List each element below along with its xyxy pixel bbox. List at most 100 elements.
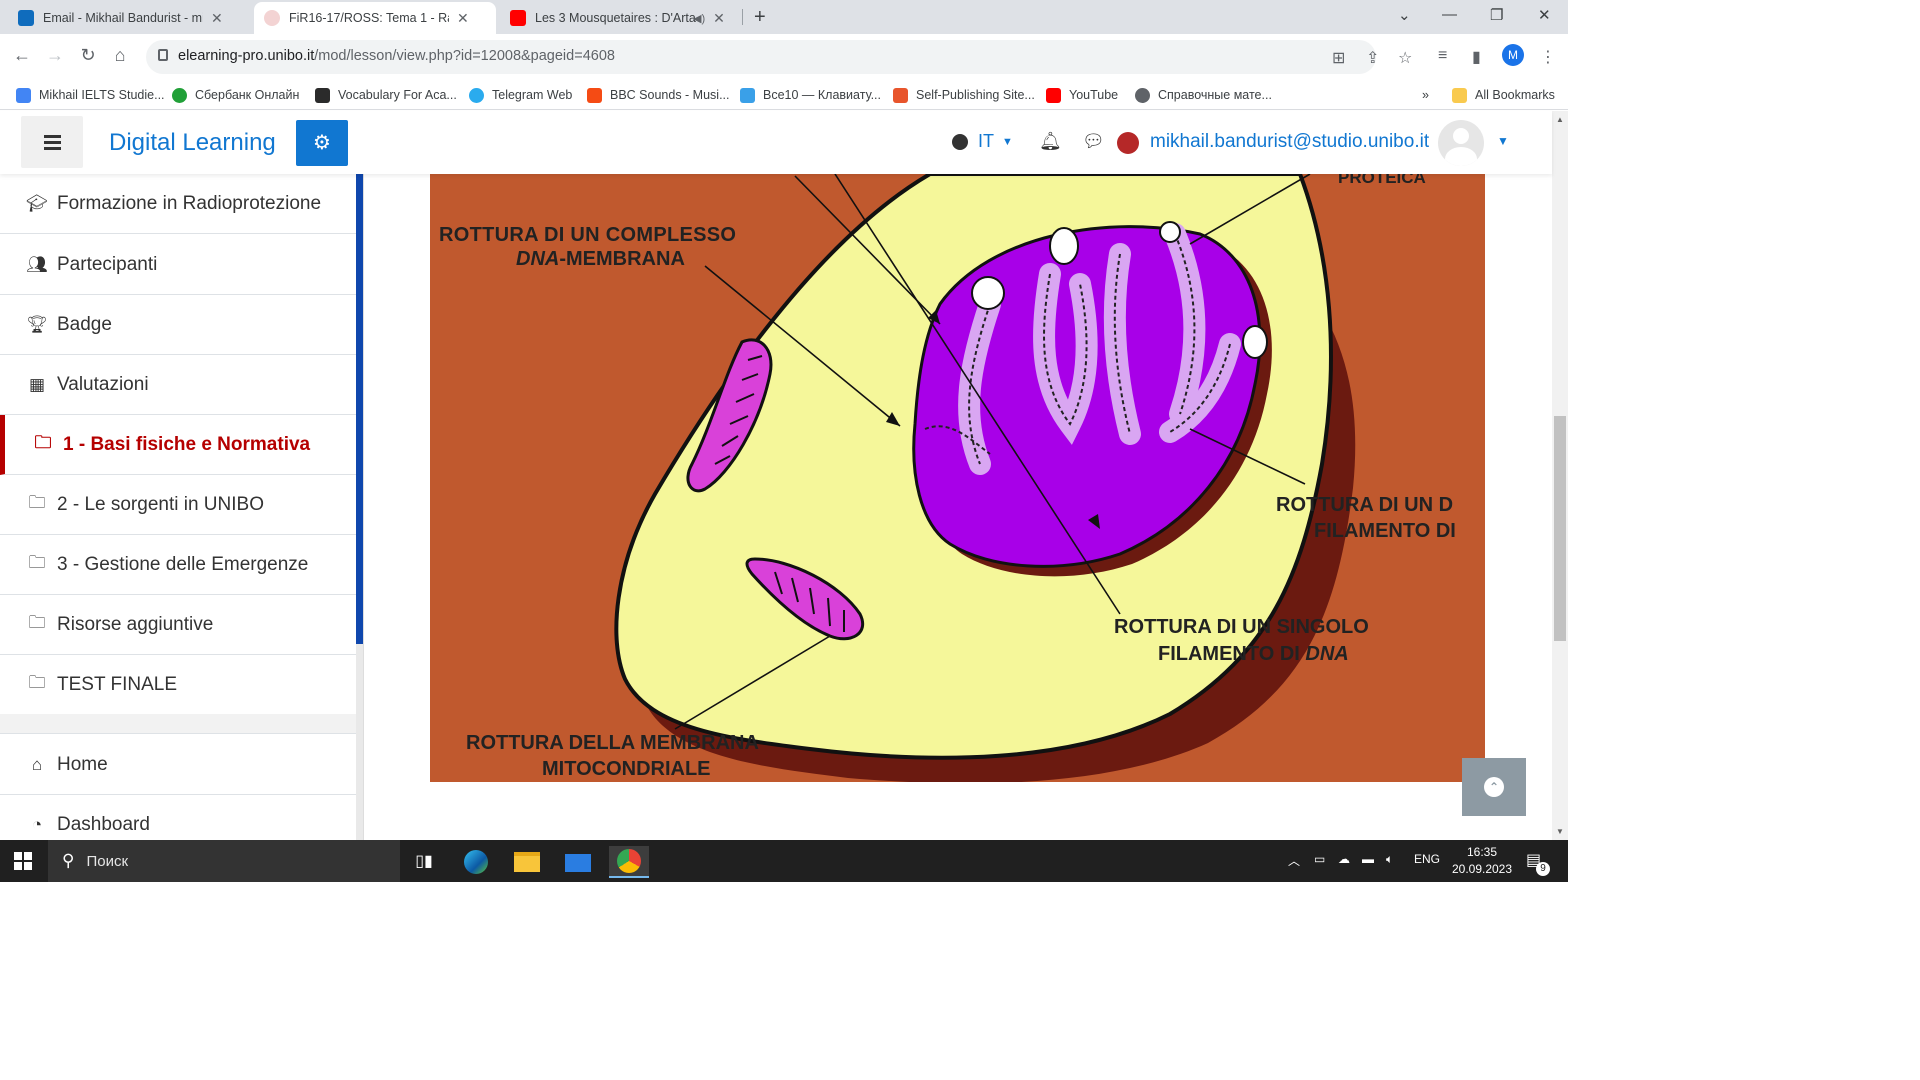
lesson-content: PROTEICA ROTTURA DI UN COMPLESSO DNA-MEM… [364,174,1552,840]
language-menu[interactable]: IT ▼ [952,131,1013,152]
site-brand[interactable]: Digital Learning [109,129,276,157]
share-icon[interactable]: ⇪ [1366,48,1379,68]
avatar-head [1453,128,1469,144]
bookmark-sberbank[interactable]: Сбербанк Онлайн [172,84,299,106]
tab-youtube[interactable]: Les 3 Mousquetaires : D'Arta ◀) ✕ [500,2,735,34]
messages-icon[interactable]: 💬︎ [1082,131,1105,152]
folder-icon: 🗀 [34,433,52,452]
tray-device-icon[interactable]: ▭ [1314,852,1325,866]
drawer-scroll-thumb[interactable] [356,174,363,644]
user-avatar[interactable] [1438,120,1484,166]
bookmark-ielts[interactable]: Mikhail IELTS Studie... [16,84,165,106]
sberbank-icon [172,87,187,103]
home-icon: ⌂ [31,754,43,774]
profile-avatar[interactable]: M [1502,44,1524,66]
new-tab-button[interactable]: + [754,6,766,29]
translate-icon[interactable]: ⊞ [1332,48,1345,68]
back-to-top-button[interactable]: ⌃ [1462,758,1526,816]
scroll-up-icon[interactable]: ▲ [1556,115,1564,124]
side-panel-icon[interactable]: ▮ [1472,47,1481,67]
tab-email[interactable]: Email - Mikhail Bandurist - mikha ✕ [8,2,233,34]
nuclear-pore [1049,227,1079,265]
scroll-down-icon[interactable]: ▼ [1556,827,1564,836]
close-icon[interactable]: ✕ [457,10,469,27]
user-menu-caret-icon[interactable]: ▼ [1497,134,1509,148]
drawer-item-section-3[interactable]: 🗀 3 - Gestione delle Emergenze [0,535,356,595]
lock-icon [158,49,168,61]
file-explorer-icon[interactable] [507,846,547,878]
tab-search-icon[interactable]: ⌄ [1398,6,1411,24]
folder-icon: 🗀 [28,493,46,512]
bookmark-bbc-sounds[interactable]: BBC Sounds - Musi... [587,84,730,106]
forward-icon[interactable]: → [43,45,67,66]
trophy-icon: 🏆︎ [26,314,48,334]
star-icon[interactable]: ☆ [1398,48,1412,68]
system-clock[interactable]: 16:35 20.09.2023 [1446,844,1518,878]
folder-icon: 🗀 [28,613,46,632]
close-icon[interactable]: ✕ [211,10,223,27]
bookmark-reference[interactable]: Справочные мате... [1135,84,1272,106]
drawer-item-grades[interactable]: ▦ Valutazioni [0,355,356,415]
bookmark-self-publishing[interactable]: Self-Publishing Site... [893,84,1035,106]
back-icon[interactable]: ← [10,45,34,66]
home-icon[interactable]: ⌂ [108,45,132,66]
globe-icon [1135,87,1150,103]
notifications-bell-icon[interactable]: 🔔︎ [1039,131,1062,152]
menu-icon[interactable]: ⋮ [1540,47,1556,67]
bookmark-telegram[interactable]: Telegram Web [469,84,572,106]
table-icon: ▦ [28,374,46,394]
edge-icon[interactable] [456,846,496,878]
mail-icon[interactable] [558,846,598,878]
nuclear-pore [1159,221,1181,243]
page-scrollbar[interactable]: ▲ ▼ [1552,111,1568,840]
reading-list-icon[interactable]: ≡ [1438,47,1447,65]
docs-icon [16,87,31,103]
bookmark-youtube[interactable]: YouTube [1046,84,1118,106]
privacy-icon[interactable] [1117,132,1139,154]
nav-drawer: 🎓︎ Formazione in Radioprotezione 👥︎ Part… [0,174,364,840]
all-bookmarks-button[interactable]: All Bookmarks [1452,84,1555,106]
label-membrana-line1: ROTTURA DELLA MEMBRANA [466,732,759,754]
bookmark-vse10[interactable]: Все10 — Клавиату... [740,84,881,106]
more-bookmarks-button[interactable]: » [1422,84,1429,106]
drawer-item-label: Formazione in Radioprotezione [57,192,322,214]
drawer-item-participants[interactable]: 👥︎ Partecipanti [0,235,356,295]
drawer-item-section-2[interactable]: 🗀 2 - Le sorgenti in UNIBO [0,475,356,535]
drawer-scrollbar[interactable] [356,174,363,840]
outlook-icon [18,10,34,26]
drawer-item-home[interactable]: ⌂ Home [0,735,356,795]
drawer-item-section-1[interactable]: 🗀 1 - Basi fisiche e Normativa [0,415,356,475]
drawer-item-resources[interactable]: 🗀 Risorse aggiuntive [0,595,356,655]
user-email[interactable]: mikhail.bandurist@studio.unibo.it [1150,131,1429,153]
windows-start-icon[interactable] [14,852,32,870]
volume-icon[interactable]: 🔈︎ [1386,852,1393,867]
input-language[interactable]: ENG [1414,852,1440,866]
onedrive-icon[interactable]: ☁ [1338,852,1350,866]
search-placeholder: Поиск [86,852,129,870]
chrome-icon[interactable] [609,846,649,878]
drawer-item-label: 3 - Gestione delle Emergenze [57,553,309,575]
reload-icon[interactable]: ↻ [76,45,100,66]
drawer-item-label: Partecipanti [57,253,158,275]
tab-lesson[interactable]: FiR16-17/ROSS: Tema 1 - Radiopr ✕ [254,2,496,34]
drawer-toggle-button[interactable] [21,116,83,168]
address-bar[interactable]: elearning-pro.unibo.it/mod/lesson/view.p… [146,40,1412,74]
speaker-icon[interactable]: ◀) [693,12,705,25]
drawer-item-course[interactable]: 🎓︎ Formazione in Radioprotezione [0,174,356,234]
label-proteica: PROTEICA [1338,174,1426,187]
close-icon[interactable]: ✕ [713,10,725,27]
restore-icon[interactable]: ❐ [1490,6,1503,24]
taskbar-search[interactable]: ⚲ Поиск [48,840,400,882]
task-view-icon[interactable]: ▯▮ [404,846,444,878]
close-window-icon[interactable]: ✕ [1538,6,1551,24]
settings-button[interactable]: ⚙ [296,120,348,166]
minimize-icon[interactable]: — [1442,6,1457,23]
hamburger-icon [44,135,61,138]
drawer-item-final-test[interactable]: 🗀 TEST FINALE [0,655,356,715]
tray-chevron-icon[interactable]: ︿ [1288,852,1300,869]
page-scroll-thumb[interactable] [1554,416,1566,641]
bookmark-vocabulary[interactable]: Vocabulary For Aca... [315,84,457,106]
battery-icon[interactable]: ▬ [1362,852,1374,866]
drawer-item-badge[interactable]: 🏆︎ Badge [0,295,356,355]
drawer-item-dashboard[interactable]: ◔ Dashboard [0,795,356,840]
